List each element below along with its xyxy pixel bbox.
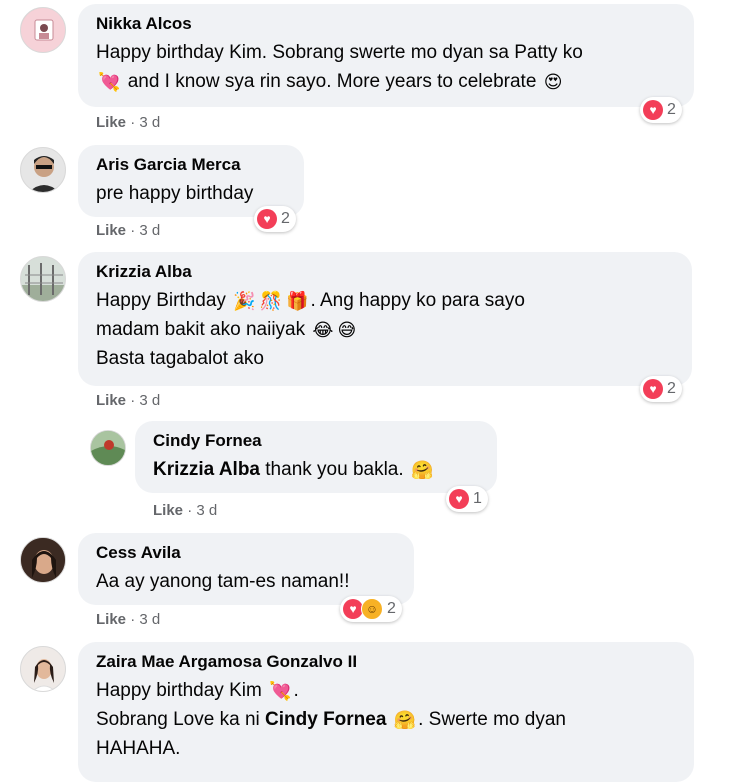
comment-line: . Swerte mo dyan xyxy=(418,709,566,730)
avatar-zaira-mae[interactable] xyxy=(20,646,66,692)
reaction-count: 2 xyxy=(667,380,676,397)
separator: · xyxy=(187,502,193,519)
comment-bubble: Krizzia Alba Happy Birthday 🎉 🎊 🎁. Ang hap… xyxy=(78,252,692,386)
reaction-count: 1 xyxy=(473,490,482,507)
reaction-count-badge[interactable]: ♥ 2 xyxy=(640,376,682,402)
grinning-sweat-icon: 😅 xyxy=(337,319,357,340)
love-reaction-icon: ♥ xyxy=(449,489,469,509)
comment-line: . Ang happy ko para sayo xyxy=(310,290,525,311)
like-button[interactable]: Like xyxy=(96,114,126,131)
avatar-nikka-alcos[interactable] xyxy=(20,7,66,53)
comment-meta: Like · 3 d xyxy=(96,114,160,131)
avatar-aris-garcia-merca[interactable] xyxy=(20,147,66,193)
comment-text: Happy birthday Kim 💘. Sobrang Love ka ni… xyxy=(96,680,566,759)
gift-icon: 🎁 xyxy=(286,290,309,311)
comment-line: Happy Birthday xyxy=(96,290,226,311)
avatar-photo-icon xyxy=(21,257,65,301)
comment-text: Krizzia Alba thank you bakla. 🤗 xyxy=(153,455,479,484)
reaction-count-badge[interactable]: ♥ ☺ 2 xyxy=(340,596,402,622)
love-reaction-icon: ♥ xyxy=(643,100,663,120)
comment-time[interactable]: 3 d xyxy=(196,502,217,519)
separator: · xyxy=(130,611,136,628)
like-button[interactable]: Like xyxy=(153,502,183,519)
comment-author[interactable]: Cindy Fornea xyxy=(153,431,479,451)
reaction-count-badge[interactable]: ♥ 1 xyxy=(446,486,488,512)
avatar-photo-icon xyxy=(21,8,65,52)
love-reaction-icon: ♥ xyxy=(257,209,277,229)
comment-bubble: Zaira Mae Argamosa Gonzalvo II Happy bir… xyxy=(78,642,694,782)
comment-bubble: Nikka Alcos Happy birthday Kim. Sobrang … xyxy=(78,4,694,107)
comment-line: and I know sya rin sayo. More years to c… xyxy=(127,71,537,92)
comment-text: Happy birthday Kim. Sobrang swerte mo dy… xyxy=(96,38,676,96)
avatar-photo-icon xyxy=(21,647,65,691)
hugging-face-icon: 🤗 xyxy=(393,709,417,730)
comment-author[interactable]: Krizzia Alba xyxy=(96,262,674,282)
reply-bubble: Cindy Fornea Krizzia Alba thank you bakl… xyxy=(135,421,497,493)
haha-reaction-icon: ☺ xyxy=(361,598,383,620)
like-button[interactable]: Like xyxy=(96,222,126,239)
reaction-count-badge[interactable]: ♥ 2 xyxy=(254,206,296,232)
comment-time[interactable]: 3 d xyxy=(139,392,160,409)
reaction-count-badge[interactable]: ♥ 2 xyxy=(640,97,682,123)
comment-line: Happy birthday Kim xyxy=(96,680,262,701)
separator: · xyxy=(130,222,136,239)
comment-time[interactable]: 3 d xyxy=(139,611,160,628)
mention-link[interactable]: Cindy Fornea xyxy=(265,709,386,730)
comment-meta: Like · 3 d xyxy=(96,222,160,239)
comment-text: Happy Birthday 🎉 🎊 🎁. Ang happy ko para sa… xyxy=(96,286,674,373)
comment-meta: Like · 3 d xyxy=(96,611,160,628)
tears-of-joy-icon: 😂 xyxy=(312,319,334,340)
comment-author[interactable]: Cess Avila xyxy=(96,543,396,563)
comment-text: pre happy birthday xyxy=(96,179,286,208)
comment-author[interactable]: Zaira Mae Argamosa Gonzalvo II xyxy=(96,652,676,672)
reaction-count: 2 xyxy=(281,210,290,227)
heart-eyes-icon: 😍 xyxy=(543,71,563,92)
comment-line: Sobrang Love ka ni xyxy=(96,709,266,730)
comment-line: pre happy birthday xyxy=(96,183,254,204)
reaction-count: 2 xyxy=(387,600,396,617)
party-popper-icon: 🎉 xyxy=(233,290,256,311)
comment-meta: Like · 3 d xyxy=(153,502,217,519)
avatar-cess-avila[interactable] xyxy=(20,537,66,583)
comment-line: thank you bakla. xyxy=(260,459,404,480)
avatar-photo-icon xyxy=(91,431,125,465)
mention-link[interactable]: Krizzia Alba xyxy=(153,459,260,480)
comment-time[interactable]: 3 d xyxy=(139,222,160,239)
comment-meta: Like · 3 d xyxy=(96,392,160,409)
comment-bubble: Cess Avila Aa ay yanong tam-es naman!! xyxy=(78,533,414,605)
avatar-photo-icon xyxy=(21,538,65,582)
comment-line: madam bakit ako naiiyak xyxy=(96,319,306,340)
comment-text: Aa ay yanong tam-es naman!! xyxy=(96,567,396,596)
heart-with-ribbon-icon: 💘 xyxy=(269,680,292,701)
love-reaction-icon: ♥ xyxy=(343,599,363,619)
love-reaction-icon: ♥ xyxy=(643,379,663,399)
comment-line: HAHAHA. xyxy=(96,738,181,759)
avatar-photo-icon xyxy=(21,148,65,192)
heart-with-ribbon-icon: 💘 xyxy=(98,71,121,92)
avatar-krizzia-alba[interactable] xyxy=(20,256,66,302)
avatar-cindy-fornea[interactable] xyxy=(90,430,126,466)
comment-line: Basta tagabalot ako xyxy=(96,348,264,369)
reaction-count: 2 xyxy=(667,101,676,118)
comment-line: Happy birthday Kim. Sobrang swerte mo dy… xyxy=(96,42,583,63)
comment-author[interactable]: Aris Garcia Merca xyxy=(96,155,286,175)
separator: · xyxy=(130,114,136,131)
confetti-icon: 🎊 xyxy=(259,290,283,311)
comment-line: Aa ay yanong tam-es naman!! xyxy=(96,571,350,592)
hugging-face-icon: 🤗 xyxy=(410,459,434,480)
like-button[interactable]: Like xyxy=(96,611,126,628)
comment-author[interactable]: Nikka Alcos xyxy=(96,14,676,34)
like-button[interactable]: Like xyxy=(96,392,126,409)
comment-time[interactable]: 3 d xyxy=(139,114,160,131)
separator: · xyxy=(130,392,136,409)
